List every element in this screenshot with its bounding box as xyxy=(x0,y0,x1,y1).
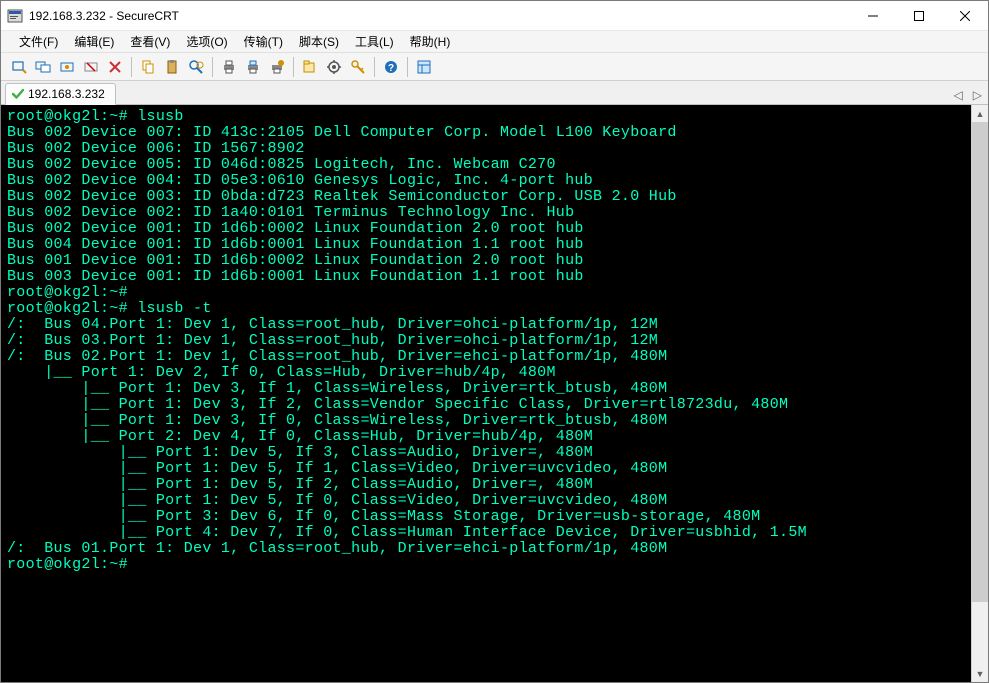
paste-icon[interactable] xyxy=(161,56,183,78)
svg-text:?: ? xyxy=(388,63,394,74)
minimize-button[interactable] xyxy=(850,1,896,31)
menu-options[interactable]: 选项(O) xyxy=(178,31,235,52)
window-title: 192.168.3.232 - SecureCRT xyxy=(29,9,850,23)
session-mgr-icon[interactable] xyxy=(413,56,435,78)
settings-icon[interactable] xyxy=(323,56,345,78)
reconnect-alt-icon[interactable] xyxy=(56,56,78,78)
tab-prev-button[interactable]: ◁ xyxy=(952,86,965,104)
quick-connect-icon[interactable] xyxy=(8,56,30,78)
tab-next-button[interactable]: ▷ xyxy=(971,86,984,104)
new-tab-icon[interactable] xyxy=(299,56,321,78)
key-icon[interactable] xyxy=(347,56,369,78)
scroll-down-button[interactable]: ▼ xyxy=(972,665,988,682)
connected-icon xyxy=(12,88,24,100)
print-setup-icon[interactable] xyxy=(266,56,288,78)
terminal-area: root@okg2l:~# lsusb Bus 002 Device 007: … xyxy=(1,105,988,682)
toolbar: ? xyxy=(1,53,988,81)
menu-help[interactable]: 帮助(H) xyxy=(402,31,459,52)
window-controls xyxy=(850,1,988,31)
print-screen-icon[interactable] xyxy=(242,56,264,78)
copy-icon[interactable] xyxy=(137,56,159,78)
reconnect-icon[interactable] xyxy=(32,56,54,78)
scroll-thumb[interactable] xyxy=(972,122,988,602)
close-button[interactable] xyxy=(942,1,988,31)
menu-script[interactable]: 脚本(S) xyxy=(291,31,347,52)
menu-edit[interactable]: 编辑(E) xyxy=(66,31,122,52)
stop-icon[interactable] xyxy=(104,56,126,78)
toolbar-separator xyxy=(212,57,213,77)
help-icon[interactable]: ? xyxy=(380,56,402,78)
tabbar: 192.168.3.232 ◁ ▷ xyxy=(1,81,988,105)
disconnect-icon[interactable] xyxy=(80,56,102,78)
toolbar-separator xyxy=(374,57,375,77)
tab-nav: ◁ ▷ xyxy=(952,86,988,104)
scroll-up-button[interactable]: ▲ xyxy=(972,105,988,122)
find-icon[interactable] xyxy=(185,56,207,78)
toolbar-separator xyxy=(131,57,132,77)
vertical-scrollbar[interactable]: ▲ ▼ xyxy=(971,105,988,682)
terminal-output[interactable]: root@okg2l:~# lsusb Bus 002 Device 007: … xyxy=(1,105,971,682)
print-icon[interactable] xyxy=(218,56,240,78)
toolbar-separator xyxy=(407,57,408,77)
tab-label: 192.168.3.232 xyxy=(28,87,105,101)
maximize-button[interactable] xyxy=(896,1,942,31)
session-tab[interactable]: 192.168.3.232 xyxy=(5,83,116,105)
menu-file[interactable]: 文件(F) xyxy=(11,31,66,52)
menubar: 文件(F) 编辑(E) 查看(V) 选项(O) 传输(T) 脚本(S) 工具(L… xyxy=(1,31,988,53)
toolbar-separator xyxy=(293,57,294,77)
menu-view[interactable]: 查看(V) xyxy=(122,31,178,52)
app-icon xyxy=(7,8,23,24)
menu-transfer[interactable]: 传输(T) xyxy=(236,31,291,52)
titlebar: 192.168.3.232 - SecureCRT xyxy=(1,1,988,31)
menu-tools[interactable]: 工具(L) xyxy=(347,31,402,52)
